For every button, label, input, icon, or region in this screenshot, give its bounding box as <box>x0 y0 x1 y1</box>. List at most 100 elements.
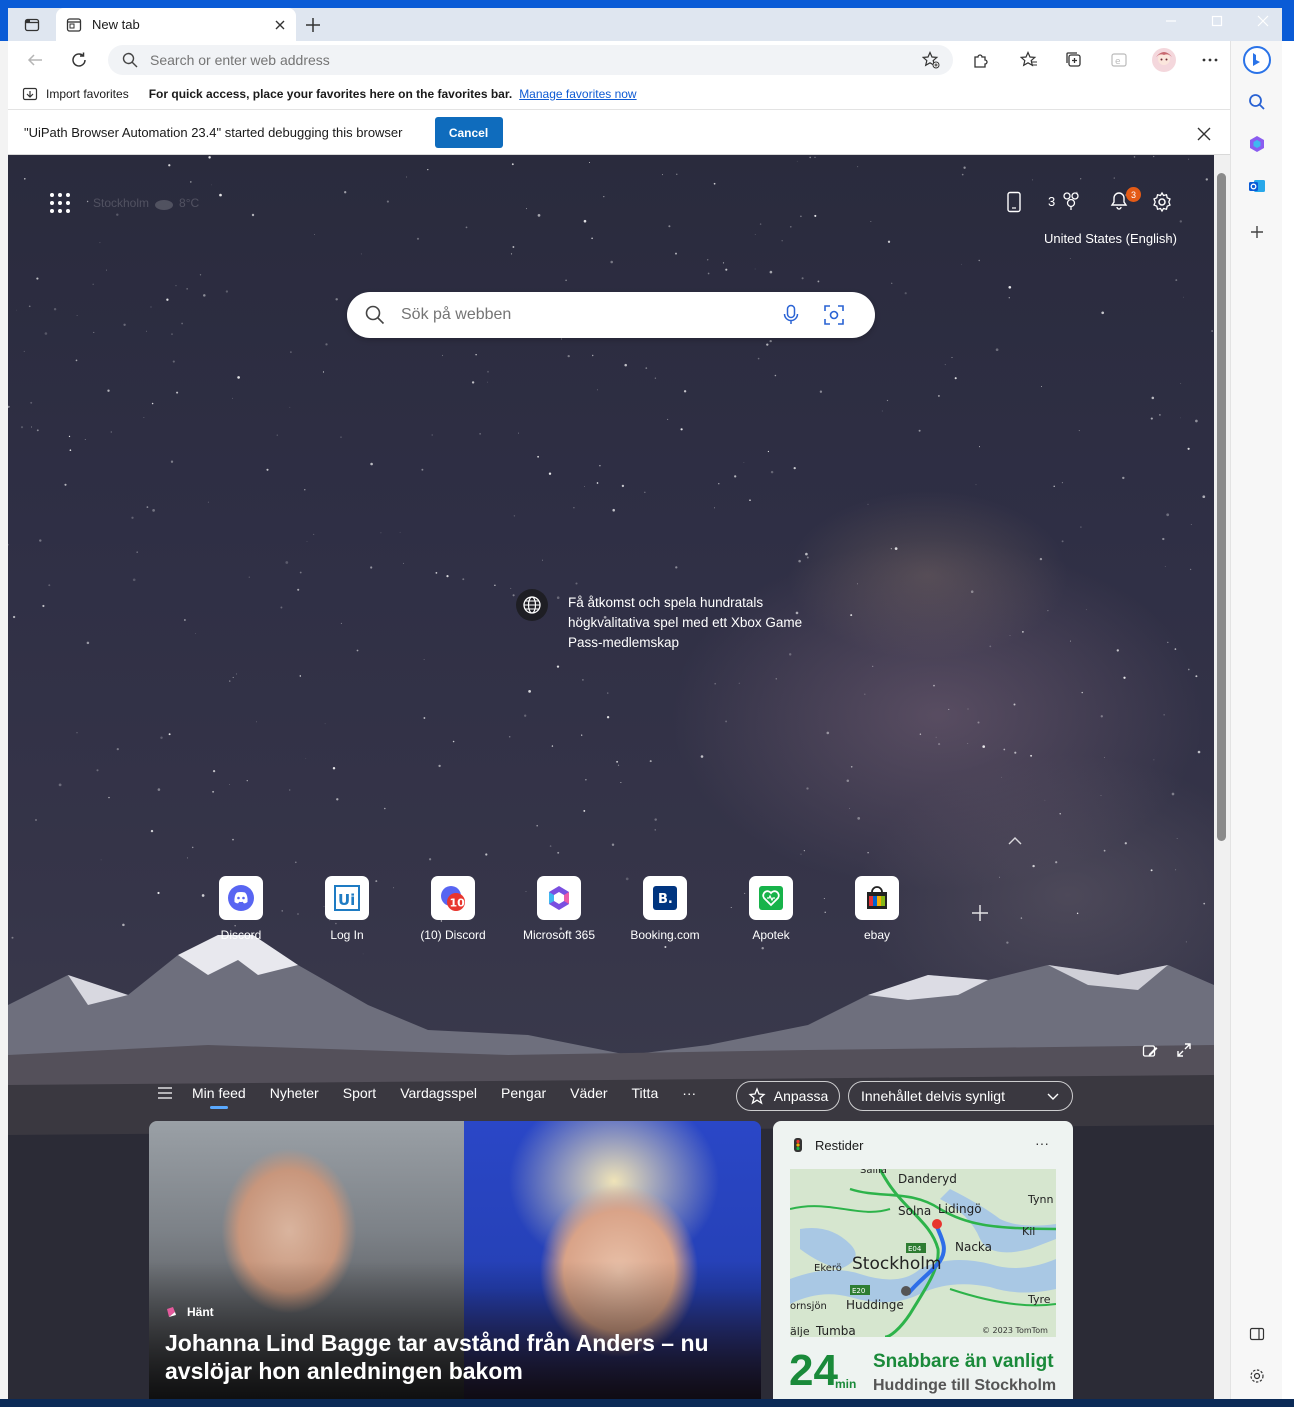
manage-favorites-link[interactable]: Manage favorites now <box>519 87 636 101</box>
sidebar-office-button[interactable] <box>1243 130 1271 158</box>
star <box>322 371 325 373</box>
close-infobar-button[interactable] <box>1190 120 1218 148</box>
hide-sidebar-button[interactable] <box>1243 1320 1271 1348</box>
star <box>1202 495 1206 499</box>
star <box>754 234 756 235</box>
import-favorites-button[interactable]: Import favorites <box>22 86 129 102</box>
import-icon <box>22 87 38 101</box>
quick-link-booking[interactable]: B. Booking.com <box>620 876 710 942</box>
expand-background-button[interactable] <box>1176 1042 1192 1058</box>
tab-nyheter[interactable]: Nyheter <box>270 1085 319 1101</box>
sidebar-outlook-button[interactable] <box>1243 172 1271 200</box>
star <box>110 431 112 433</box>
map-label: Lidingö <box>938 1202 982 1216</box>
star <box>775 678 777 680</box>
xbox-promo-text[interactable]: Få åtkomst och spela hundratals högkvali… <box>568 593 828 653</box>
new-tab-button[interactable] <box>300 12 326 38</box>
sidebar-search-button[interactable] <box>1243 88 1271 116</box>
star <box>542 559 543 561</box>
trophy-icon <box>1063 192 1079 210</box>
cancel-debugging-button[interactable]: Cancel <box>434 117 503 148</box>
minimize-button[interactable] <box>1148 8 1194 34</box>
quick-link-log-in[interactable]: Ui Log In <box>302 876 392 942</box>
address-input[interactable] <box>150 52 850 68</box>
quick-link-discord[interactable]: Discord <box>196 876 286 942</box>
scrollbar-thumb[interactable] <box>1217 173 1226 841</box>
star <box>610 260 613 264</box>
tab-vader[interactable]: Väder <box>570 1085 607 1101</box>
star <box>1041 386 1043 388</box>
add-favorite-button[interactable] <box>916 45 946 75</box>
svg-text:e: e <box>1115 57 1121 67</box>
quick-link-ebay[interactable]: ebay <box>832 876 922 942</box>
microphone-icon[interactable] <box>781 304 801 326</box>
quick-link-microsoft-365[interactable]: Microsoft 365 <box>514 876 604 942</box>
news-source: Hänt <box>165 1305 214 1319</box>
tab-sport[interactable]: Sport <box>343 1085 376 1101</box>
star <box>1103 849 1106 852</box>
tab-vardagsspel[interactable]: Vardagsspel <box>400 1085 477 1101</box>
refresh-button[interactable] <box>64 45 94 75</box>
favorites-button[interactable] <box>1014 45 1044 75</box>
star <box>1104 757 1105 759</box>
sidebar-settings-button[interactable] <box>1243 1362 1271 1390</box>
quick-link-apotek[interactable]: Apotek <box>726 876 816 942</box>
phone-button[interactable] <box>1006 191 1022 213</box>
star <box>1078 430 1080 432</box>
feed-more-button[interactable]: ··· <box>682 1085 696 1101</box>
traffic-card[interactable]: Restider ··· Danderyd Solna Lidingö Tynn Kil… <box>773 1121 1073 1399</box>
star <box>967 708 969 710</box>
star <box>360 253 362 255</box>
edit-background-button[interactable] <box>1142 1043 1158 1059</box>
content-visibility-dropdown[interactable]: Innehållet delvis synligt <box>848 1081 1073 1111</box>
bing-chat-button[interactable] <box>1243 46 1271 74</box>
customize-button[interactable]: Anpassa <box>736 1081 840 1111</box>
rewards-button[interactable]: 3 <box>1048 191 1081 211</box>
close-icon <box>1197 127 1211 141</box>
tab-pengar[interactable]: Pengar <box>501 1085 546 1101</box>
star <box>335 298 338 301</box>
visual-search-icon[interactable] <box>823 304 845 326</box>
web-search-box[interactable] <box>347 292 875 338</box>
maximize-button[interactable] <box>1194 8 1240 34</box>
quick-link-discord-notifications[interactable]: 10 (10) Discord <box>408 876 498 942</box>
star <box>654 377 657 379</box>
close-tab-icon[interactable] <box>274 19 286 31</box>
sidebar-add-button[interactable] <box>1243 218 1271 246</box>
extensions-button[interactable] <box>966 45 996 75</box>
apotek-icon <box>759 886 783 910</box>
tab-titta[interactable]: Titta <box>632 1085 659 1101</box>
traffic-map[interactable]: Danderyd Solna Lidingö Tynn Kil Nacka Stockhol… <box>790 1169 1056 1337</box>
news-card[interactable]: Hänt Johanna Lind Bagge tar avstånd från… <box>149 1121 761 1399</box>
star <box>770 470 774 474</box>
feed-menu-button[interactable] <box>158 1087 172 1099</box>
star <box>1076 912 1079 915</box>
apps-launcher-button[interactable] <box>48 191 72 215</box>
collections-button[interactable] <box>1059 45 1089 75</box>
promo-globe-button[interactable] <box>516 589 548 621</box>
star <box>123 323 126 326</box>
star <box>824 911 826 913</box>
traffic-more-button[interactable]: ··· <box>1035 1135 1049 1151</box>
address-bar[interactable] <box>108 45 953 75</box>
add-quick-link-button[interactable] <box>970 903 990 923</box>
profile-button[interactable] <box>1149 45 1179 75</box>
page-settings-button[interactable] <box>1151 191 1173 213</box>
weather-widget[interactable]: Stockholm 8°C <box>93 195 199 211</box>
tab-new-tab[interactable]: New tab <box>56 8 296 41</box>
settings-and-more-button[interactable] <box>1195 45 1225 75</box>
internet-explorer-mode-button[interactable]: e <box>1104 45 1134 75</box>
news-headline[interactable]: Johanna Lind Bagge tar avstånd från Ande… <box>165 1329 735 1385</box>
tab-min-feed[interactable]: Min feed <box>192 1085 246 1109</box>
collections-icon <box>1066 52 1081 67</box>
star <box>150 306 152 308</box>
collapse-quick-links-button[interactable] <box>1006 835 1024 847</box>
back-button[interactable] <box>20 45 50 75</box>
star <box>438 764 441 768</box>
web-search-input[interactable] <box>401 306 771 324</box>
tab-actions-button[interactable] <box>18 12 46 38</box>
close-window-button[interactable] <box>1240 8 1286 34</box>
star <box>582 679 584 681</box>
star <box>475 354 477 356</box>
locale-selector[interactable]: United States (English) <box>1044 231 1177 246</box>
